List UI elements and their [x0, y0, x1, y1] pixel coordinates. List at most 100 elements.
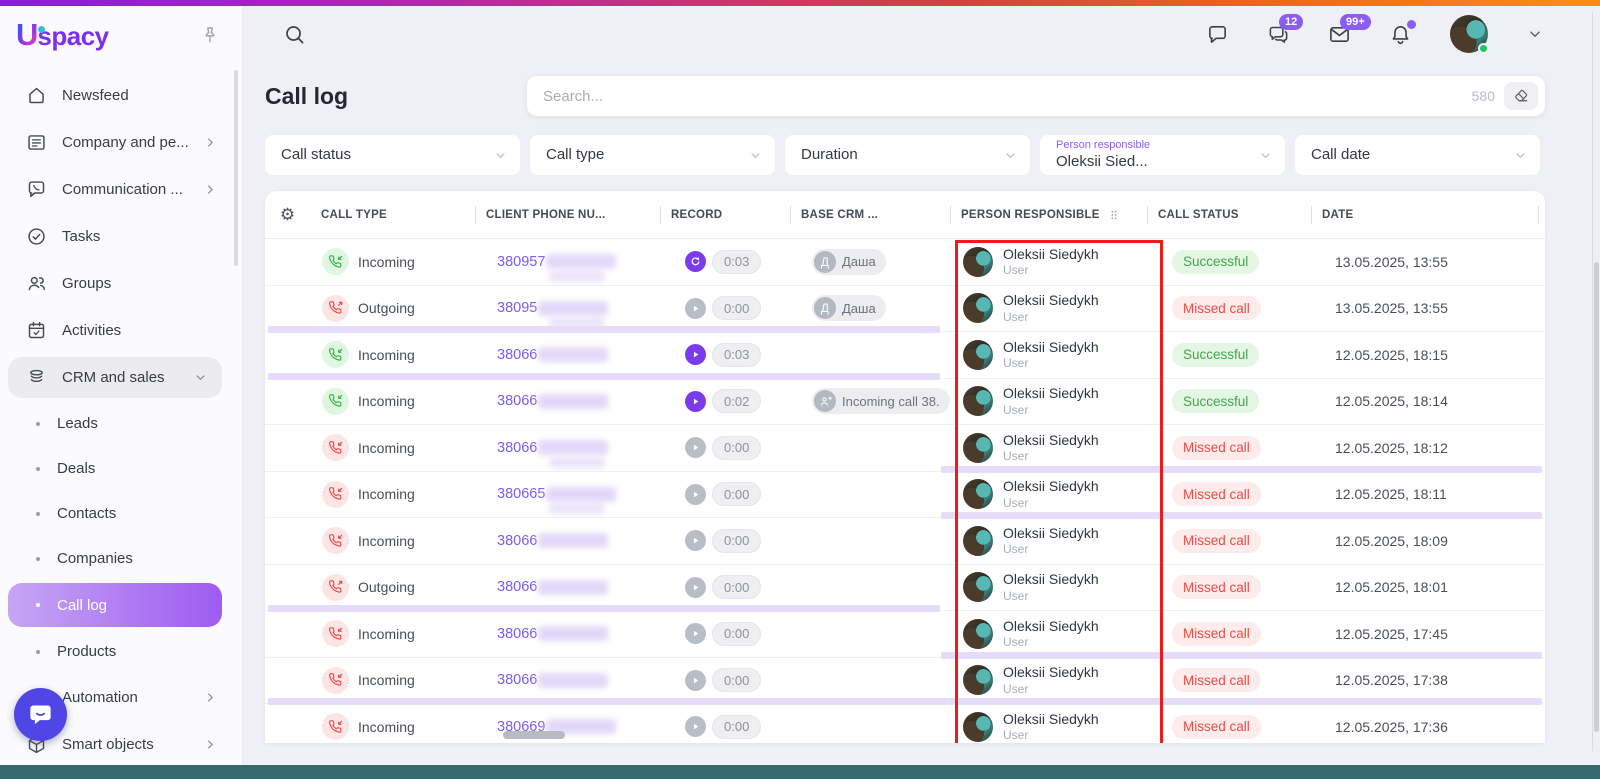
play-record-button[interactable]: [685, 577, 706, 598]
play-record-button[interactable]: [685, 530, 706, 551]
drag-handle-icon[interactable]: [1106, 207, 1122, 223]
sidebar-item-activities[interactable]: Activities: [0, 307, 242, 354]
phone-number-link[interactable]: 38095: [497, 300, 537, 316]
call-status-cell: Missed call: [1147, 425, 1311, 471]
search-icon[interactable]: [283, 23, 306, 46]
sidebar-item-groups[interactable]: Groups: [0, 260, 242, 307]
window-scrollbar-track[interactable]: [1592, 12, 1600, 751]
table-row[interactable]: Incoming 38066 0:00 Oleksii Siedykh User: [265, 611, 1545, 658]
column-header-base[interactable]: BASE CRM ...: [790, 191, 950, 238]
clear-search-button[interactable]: [1504, 82, 1538, 110]
phone-number-link[interactable]: 380957: [497, 254, 545, 270]
chevron-down-icon: [1258, 148, 1273, 163]
profile-chevron-down-icon[interactable]: [1526, 25, 1544, 43]
mail-icon[interactable]: 99+: [1328, 23, 1351, 46]
column-header-phone[interactable]: CLIENT PHONE NU...: [475, 191, 660, 238]
bell-icon[interactable]: [1389, 23, 1412, 46]
client-phone-cell: 38066: [475, 332, 660, 378]
filter-call-type[interactable]: Call type: [530, 135, 775, 175]
crm-entity-chip[interactable]: Д Даша: [812, 249, 886, 275]
phone-number-link[interactable]: 38066: [497, 393, 537, 409]
phone-number-link[interactable]: 38066: [497, 440, 537, 456]
base-crm-cell: Д Даша: [790, 239, 950, 285]
base-crm-cell: [790, 332, 950, 378]
pin-sidebar-icon[interactable]: [200, 25, 220, 45]
play-record-button[interactable]: [685, 670, 706, 691]
play-record-button[interactable]: [685, 251, 706, 272]
table-row[interactable]: Incoming 380665 0:00 Oleksii Siedykh Use…: [265, 472, 1545, 519]
sidebar-item-communication[interactable]: Communication ...: [0, 166, 242, 213]
filter-value: Duration: [801, 146, 858, 165]
sidebar-item-contacts[interactable]: Contacts: [0, 491, 242, 536]
sidebar-item-call-log[interactable]: Call log: [8, 583, 222, 627]
filter-call-date[interactable]: Call date: [1295, 135, 1540, 175]
call-duration: 0:03: [712, 250, 761, 274]
redacted-phone-digits: [538, 394, 608, 409]
column-header-person[interactable]: PERSON RESPONSIBLE: [950, 191, 1147, 238]
crm-entity-chip[interactable]: Incoming call 38.: [812, 388, 950, 414]
column-header-date[interactable]: DATE: [1311, 191, 1545, 238]
table-row[interactable]: Incoming 38066 0:00 Oleksii Siedykh User: [265, 518, 1545, 565]
sidebar-item-crm-and-sales[interactable]: CRM and sales: [8, 357, 222, 398]
play-record-button[interactable]: [685, 391, 706, 412]
table-row[interactable]: Incoming 380669 0:00 Oleksii Siedykh Use…: [265, 704, 1545, 743]
table-row[interactable]: Incoming 38066 0:00 Oleksii Siedykh User: [265, 658, 1545, 705]
sidebar-item-deals[interactable]: Deals: [0, 446, 242, 491]
phone-number-link[interactable]: 38066: [497, 672, 537, 688]
table-row[interactable]: Outgoing 38095 0:00 Д Даша Ole: [265, 286, 1545, 333]
play-record-button[interactable]: [685, 623, 706, 644]
gear-icon[interactable]: ⚙: [280, 205, 295, 225]
table-row[interactable]: Incoming 38066 0:03 Oleksii Siedykh User: [265, 332, 1545, 379]
table-row[interactable]: Incoming 38066 0:02 Incoming call 38.: [265, 379, 1545, 426]
sidebar-item-tasks[interactable]: Tasks: [0, 213, 242, 260]
table-row[interactable]: Incoming 38066 0:00 Oleksii Siedykh User: [265, 425, 1545, 472]
sidebar-scrollbar[interactable]: [234, 70, 238, 266]
sidebar-item-leads[interactable]: Leads: [0, 401, 242, 446]
play-icon: [688, 487, 703, 502]
status-badge: Missed call: [1172, 482, 1261, 506]
chat-icon[interactable]: [1206, 23, 1229, 46]
user-avatar[interactable]: [1450, 15, 1488, 53]
base-crm-cell: [790, 704, 950, 743]
person-avatar: [963, 386, 993, 416]
table-row[interactable]: Outgoing 38066 0:00 Oleksii Siedykh User: [265, 565, 1545, 612]
sidebar-item-companies[interactable]: Companies: [0, 536, 242, 581]
column-header-type[interactable]: CALL TYPE: [310, 191, 475, 238]
column-header-status[interactable]: CALL STATUS: [1147, 191, 1311, 238]
call-status-cell: Missed call: [1147, 565, 1311, 611]
phone-number-link[interactable]: 38066: [497, 347, 537, 363]
play-record-button[interactable]: [685, 298, 706, 319]
chat-widget-button[interactable]: [14, 688, 67, 741]
filter-duration[interactable]: Duration: [785, 135, 1030, 175]
crm-entity-chip[interactable]: Д Даша: [812, 295, 886, 321]
bullet-icon: [36, 603, 40, 607]
phone-number-link[interactable]: 38066: [497, 579, 537, 595]
phone-number-link[interactable]: 38066: [497, 533, 537, 549]
table-row[interactable]: Incoming 380957 0:03 Д Даша Ol: [265, 239, 1545, 286]
sidebar-subitem-label: Deals: [57, 460, 95, 477]
play-record-button[interactable]: [685, 437, 706, 458]
uspacy-logo[interactable]: U spacy: [16, 17, 109, 53]
date-cell: 12.05.2025, 18:12: [1311, 425, 1545, 471]
column-header-record[interactable]: RECORD: [660, 191, 790, 238]
phone-number-link[interactable]: 38066: [497, 626, 537, 642]
phone-number-link[interactable]: 380665: [497, 486, 545, 502]
window-scrollbar-thumb[interactable]: [1594, 262, 1599, 732]
filter-call-status[interactable]: Call status: [265, 135, 520, 175]
sidebar-item-products[interactable]: Products: [0, 629, 242, 674]
messenger-icon[interactable]: 12: [1267, 23, 1290, 46]
sidebar-item-company-and-people[interactable]: Company and pe...: [0, 119, 242, 166]
base-crm-cell: [790, 658, 950, 704]
play-record-button[interactable]: [685, 344, 706, 365]
date-cell: 12.05.2025, 18:14: [1311, 379, 1545, 425]
search-input[interactable]: Search... 580: [527, 76, 1545, 116]
horizontal-scrollbar[interactable]: [503, 731, 565, 739]
play-record-button[interactable]: [685, 716, 706, 737]
play-record-button[interactable]: [685, 484, 706, 505]
call-type-cell: Incoming: [310, 332, 475, 378]
redacted-phone-digits: [538, 347, 608, 362]
sidebar-item-label: Smart objects: [62, 736, 154, 753]
filter-oleksii-sied-[interactable]: Person responsible Oleksii Sied...: [1040, 135, 1285, 175]
sidebar-item-label: Groups: [62, 275, 111, 292]
sidebar-item-newsfeed[interactable]: Newsfeed: [0, 72, 242, 119]
